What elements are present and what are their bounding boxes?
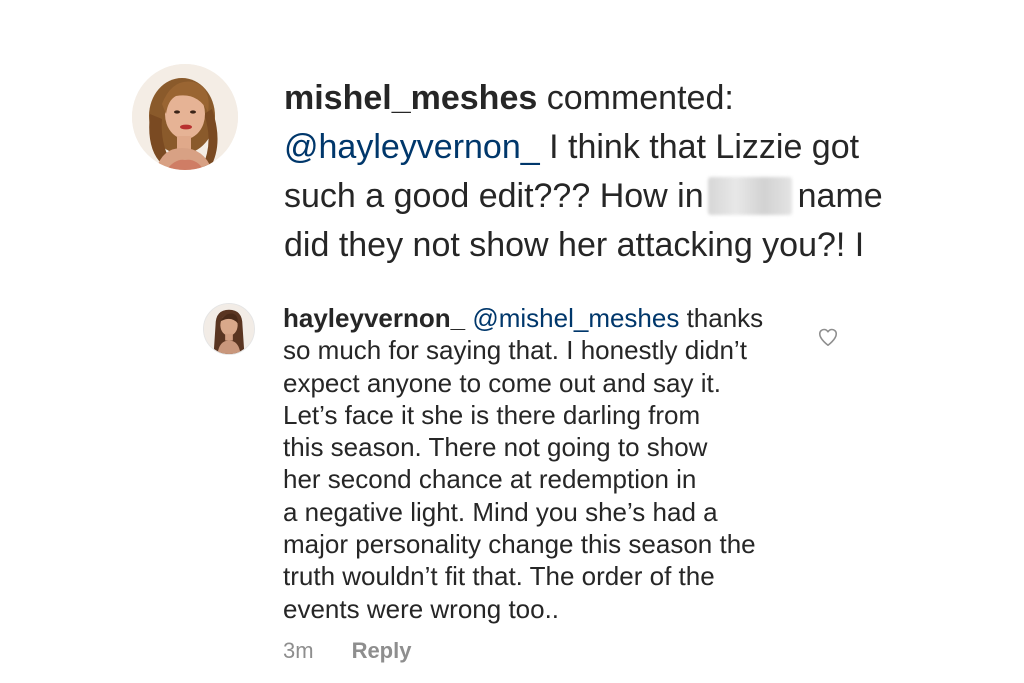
comment-text-2a: such a good edit??? How in — [284, 177, 704, 215]
reply-line: so much for saying that. I honestly didn… — [283, 335, 747, 366]
reply-mention[interactable]: @mishel_meshes — [472, 303, 679, 333]
comment-text: mishel_meshes commented: @hayleyvernon_ … — [284, 74, 1004, 270]
comment-line-3: such a good edit??? How in name — [284, 172, 1004, 221]
reply-line: major personality change this season the — [283, 529, 756, 560]
reply-line: events were wrong too.. — [283, 593, 560, 624]
comment-mention[interactable]: @hayleyvernon_ — [284, 128, 540, 166]
reply-username[interactable]: hayleyvernon_ — [283, 303, 465, 333]
avatar-hayley-vernon[interactable] — [203, 303, 255, 355]
comment-main: mishel_meshes commented: @hayleyvernon_ … — [0, 0, 1024, 270]
reply-line: this season. There not going to show — [283, 432, 708, 463]
reply-meta: 3m Reply — [283, 637, 411, 665]
reply-line: a negative light. Mind you she’s had a — [283, 496, 718, 527]
reply-line: Let’s face it she is there darling from — [283, 399, 701, 430]
comment-text-1: I think that Lizzie got — [539, 128, 860, 166]
reply-button[interactable]: Reply — [352, 637, 412, 665]
profile-photo-icon — [204, 304, 254, 354]
reply-text: hayleyvernon_ @mishel_meshes thanks so m… — [283, 302, 823, 625]
comment-action: commented: — [537, 79, 734, 117]
comment-username[interactable]: mishel_meshes — [284, 79, 537, 117]
reply-line: truth wouldn’t fit that. The order of th… — [283, 561, 715, 592]
profile-photo-icon — [132, 64, 238, 170]
avatar-mishel-meshes[interactable] — [132, 64, 238, 170]
comment-text-2b: name — [797, 177, 883, 215]
comment-line-1: mishel_meshes commented: — [284, 74, 1004, 123]
reply-line-1: hayleyvernon_ @mishel_meshes thanks — [283, 302, 823, 334]
reply-line: expect anyone to come out and say it. — [283, 367, 721, 398]
heart-outline-icon — [818, 328, 838, 347]
reply-text-1: thanks — [679, 303, 764, 333]
like-button[interactable] — [817, 326, 839, 348]
reply-line: her second chance at redemption in — [283, 464, 697, 495]
timestamp: 3m — [283, 638, 314, 663]
comment-line-4: did they not show her attacking you?! I — [284, 226, 865, 264]
censored-word-blur — [707, 177, 792, 215]
comment-line-2: @hayleyvernon_ I think that Lizzie got — [284, 123, 1004, 172]
